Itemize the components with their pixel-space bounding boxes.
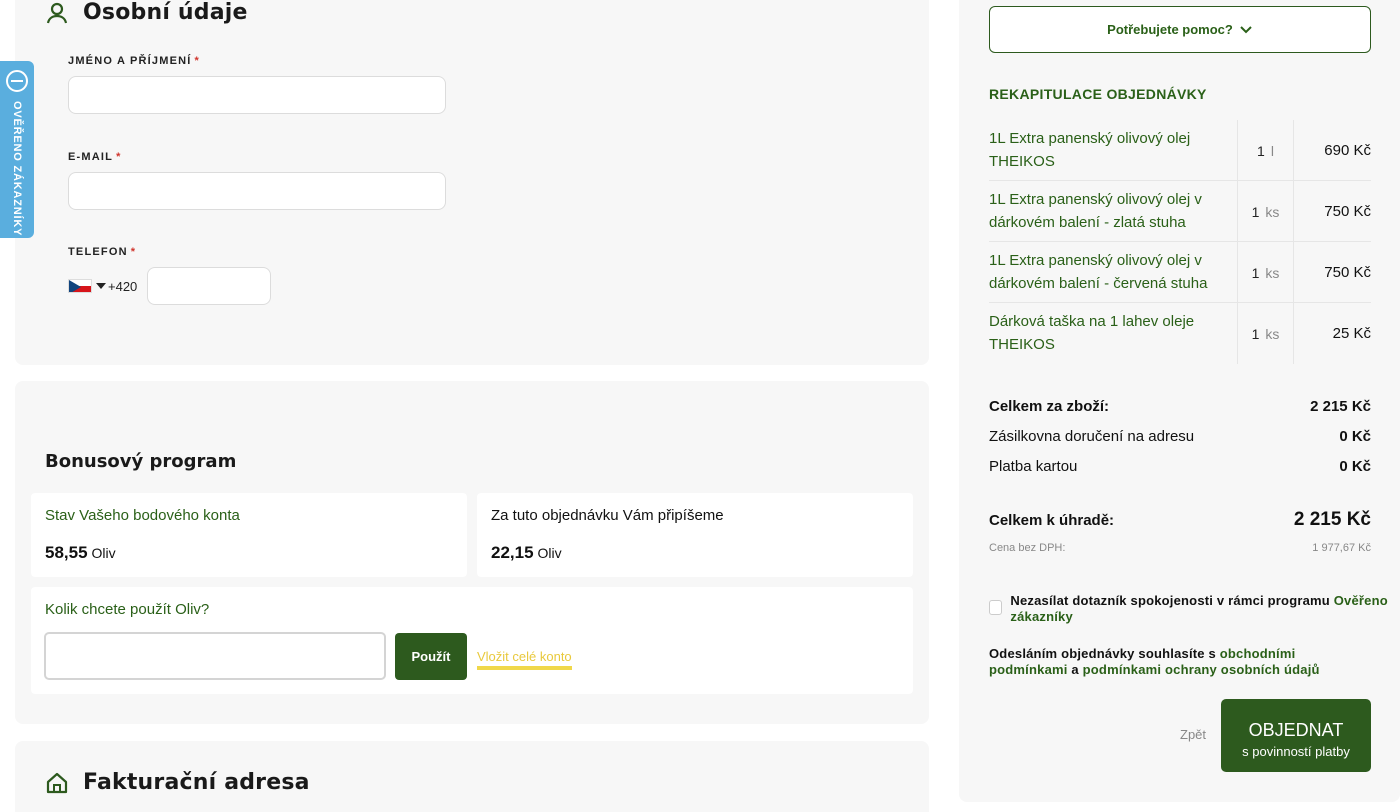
payment-value: 0 Kč bbox=[1339, 458, 1371, 475]
net-price-label: Cena bez DPH: bbox=[989, 542, 1066, 554]
cart-item-price: 750 Kč bbox=[1324, 264, 1371, 281]
bonus-program-panel: Bonusový program Stav Vašeho bodového ko… bbox=[15, 381, 929, 724]
earn-label: Za tuto objednávku Vám připíšeme bbox=[491, 507, 724, 524]
cart-item-qty: 1 ks bbox=[1237, 181, 1294, 242]
email-label: E-MAIL * bbox=[68, 151, 122, 163]
balance-card: Stav Vašeho bodového konta 58,55 Oliv bbox=[31, 493, 467, 577]
cart-item-name[interactable]: 1L Extra panenský olivový olej THEIKOS bbox=[989, 127, 1225, 173]
earn-value: 22,15 Oliv bbox=[491, 543, 562, 562]
payment-row: Platba kartou 0 Kč bbox=[989, 458, 1371, 475]
terms-consent-text: Odesláním objednávky souhlasíte s obchod… bbox=[989, 646, 1320, 677]
help-button-label: Potřebujete pomoc? bbox=[1107, 22, 1233, 37]
cart-item: 1L Extra panenský olivový olej THEIKOS 1… bbox=[989, 120, 1371, 181]
phone-prefix: +420 bbox=[108, 278, 138, 294]
grand-total-label: Celkem k úhradě: bbox=[989, 511, 1115, 529]
help-button[interactable]: Potřebujete pomoc? bbox=[989, 6, 1371, 53]
place-order-button[interactable]: OBJEDNAT s povinností platby bbox=[1221, 699, 1371, 772]
balance-label: Stav Vašeho bodového konta bbox=[45, 507, 240, 524]
cart-item: 1L Extra panenský olivový olej v dárkové… bbox=[989, 181, 1371, 242]
name-label: JMÉNO A PŘÍJMENÍ * bbox=[68, 55, 200, 67]
payment-label: Platba kartou bbox=[989, 458, 1078, 475]
net-price-value: 1 977,67 Kč bbox=[1312, 542, 1371, 554]
bonus-program-title: Bonusový program bbox=[45, 451, 237, 472]
goods-total-value: 2 215 Kč bbox=[1310, 398, 1371, 415]
use-points-question: Kolik chcete použít Oliv? bbox=[45, 601, 210, 618]
czech-flag-icon[interactable] bbox=[68, 279, 92, 293]
goods-total-label: Celkem za zboží: bbox=[989, 398, 1110, 415]
user-icon bbox=[45, 1, 69, 25]
survey-optout-label: Nezasílat dotazník spokojenosti v rámci … bbox=[1010, 593, 1388, 624]
back-link[interactable]: Zpět bbox=[1180, 727, 1206, 742]
balance-value: 58,55 Oliv bbox=[45, 543, 116, 562]
phone-row: +420 bbox=[68, 267, 272, 305]
shipping-row: Zásilkovna doručení na adresu 0 Kč bbox=[989, 428, 1371, 445]
cart-item: Dárková taška na 1 lahev oleje THEIKOS 1… bbox=[989, 303, 1371, 364]
home-icon bbox=[45, 771, 69, 795]
cart-item-name[interactable]: Dárková taška na 1 lahev oleje THEIKOS bbox=[989, 310, 1225, 356]
checkout-page: Osobní údaje JMÉNO A PŘÍJMENÍ * E-MAIL * T… bbox=[0, 0, 1400, 812]
privacy-terms-link[interactable]: podmínkami ochrany osobních údajů bbox=[1083, 662, 1320, 677]
cart-items-list: 1L Extra panenský olivový olej THEIKOS 1… bbox=[989, 120, 1371, 364]
survey-optout-checkbox[interactable] bbox=[989, 600, 1003, 615]
survey-optout-row: Nezasílat dotazník spokojenosti v rámci … bbox=[989, 593, 1400, 625]
phone-field[interactable] bbox=[147, 267, 272, 305]
personal-info-title: Osobní údaje bbox=[83, 0, 248, 25]
verified-tab-label: OVĚŘENO ZÁKAZNÍKY bbox=[11, 101, 23, 237]
grand-total-value: 2 215 Kč bbox=[1293, 509, 1371, 530]
cart-item-qty: 1l bbox=[1237, 120, 1294, 181]
place-order-label: OBJEDNAT bbox=[1248, 719, 1344, 740]
cart-item-price: 750 Kč bbox=[1324, 203, 1371, 220]
net-price-row: Cena bez DPH: 1 977,67 Kč bbox=[989, 542, 1371, 554]
use-points-button[interactable]: Použít bbox=[395, 633, 467, 680]
personal-info-header: Osobní údaje bbox=[45, 0, 248, 25]
personal-info-panel: Osobní údaje JMÉNO A PŘÍJMENÍ * E-MAIL * T… bbox=[15, 0, 929, 365]
use-all-points-link[interactable]: Vložit celé konto bbox=[477, 649, 572, 670]
email-field[interactable] bbox=[68, 172, 446, 210]
verified-customers-tab[interactable]: OVĚŘENO ZÁKAZNÍKY bbox=[0, 61, 34, 238]
verified-badge-icon bbox=[6, 70, 28, 92]
points-amount-input[interactable] bbox=[44, 632, 386, 680]
billing-address-header: Fakturační adresa bbox=[45, 770, 310, 795]
earn-card: Za tuto objednávku Vám připíšeme 22,15 Ol… bbox=[477, 493, 913, 577]
cart-item-name[interactable]: 1L Extra panenský olivový olej v dárkové… bbox=[989, 249, 1225, 295]
cart-item-name[interactable]: 1L Extra panenský olivový olej v dárkové… bbox=[989, 188, 1225, 234]
billing-address-panel: Fakturační adresa bbox=[15, 741, 929, 812]
grand-total-row: Celkem k úhradě: 2 215 Kč bbox=[989, 509, 1371, 531]
chevron-down-icon bbox=[1240, 25, 1252, 33]
cart-item-price: 25 Kč bbox=[1332, 325, 1371, 342]
use-points-card: Kolik chcete použít Oliv? Použít Vložit … bbox=[31, 587, 913, 694]
goods-total-row: Celkem za zboží: 2 215 Kč bbox=[989, 398, 1371, 415]
cart-item-qty: 1 ks bbox=[1237, 303, 1294, 364]
billing-address-title: Fakturační adresa bbox=[83, 770, 310, 795]
shipping-value: 0 Kč bbox=[1339, 428, 1371, 445]
cart-item-qty: 1 ks bbox=[1237, 242, 1294, 303]
place-order-sublabel: s povinností platby bbox=[1242, 743, 1350, 759]
country-dropdown-icon[interactable] bbox=[96, 283, 106, 289]
cart-item-price: 690 Kč bbox=[1324, 142, 1371, 159]
order-summary-panel: Potřebujete pomoc? REKAPITULACE OBJEDNÁV… bbox=[959, 0, 1400, 802]
summary-title: REKAPITULACE OBJEDNÁVKY bbox=[989, 86, 1207, 102]
shipping-label: Zásilkovna doručení na adresu bbox=[989, 428, 1195, 445]
cart-item: 1L Extra panenský olivový olej v dárkové… bbox=[989, 242, 1371, 303]
name-field[interactable] bbox=[68, 76, 446, 114]
phone-label: TELEFON * bbox=[68, 246, 137, 258]
